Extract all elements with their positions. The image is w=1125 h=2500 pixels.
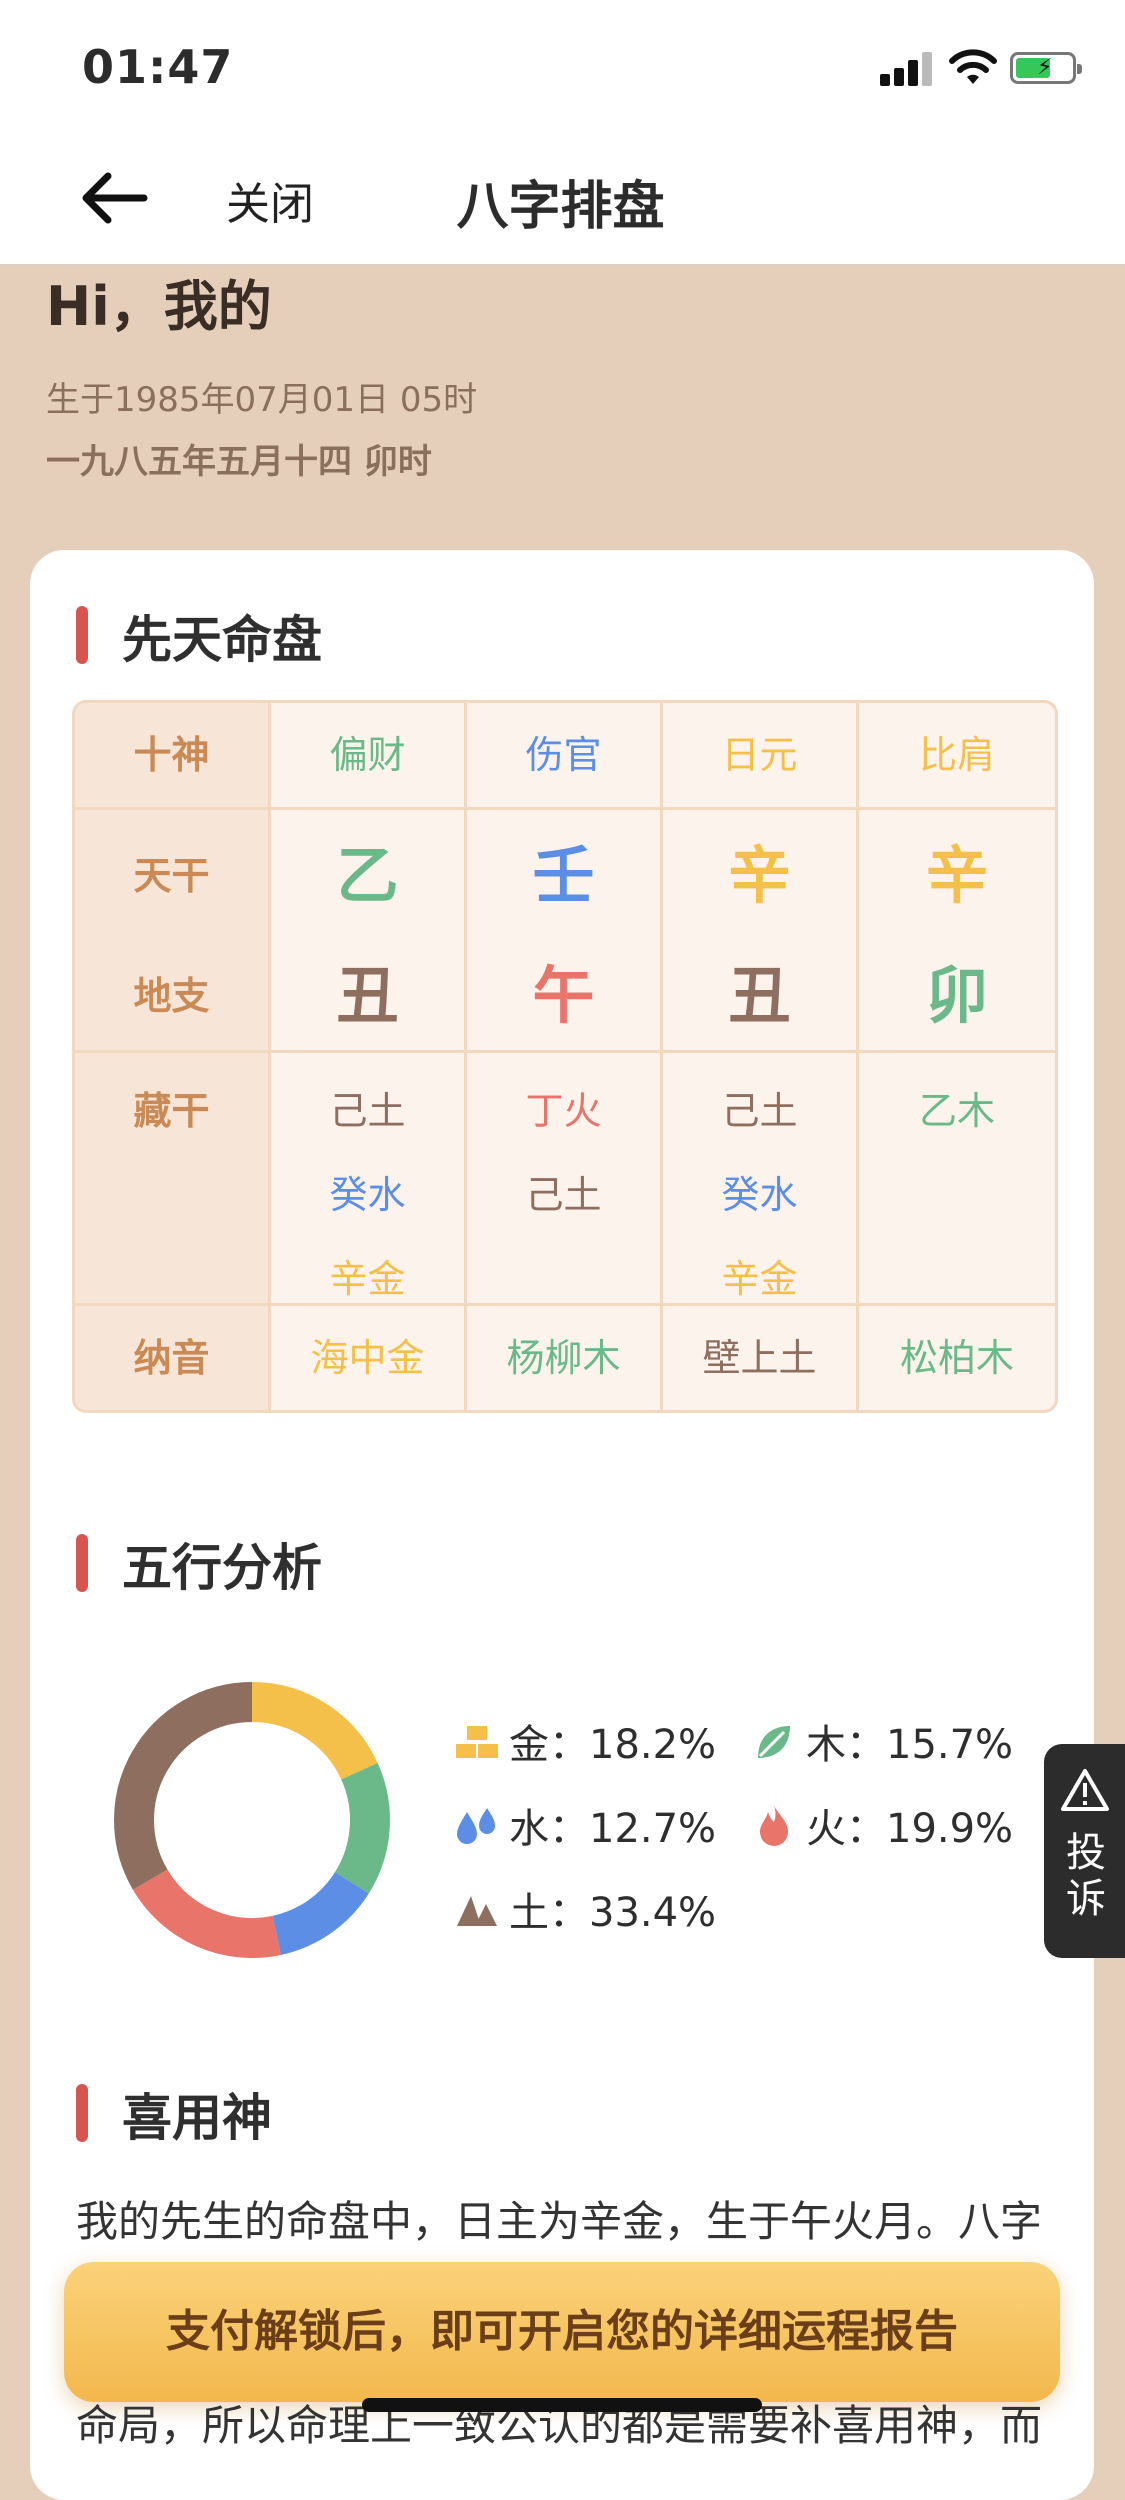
gan-3: 辛 xyxy=(728,839,791,912)
donut-slice-wood xyxy=(334,1762,390,1894)
page-title-text: 八字排盘 xyxy=(456,177,665,237)
canggan-1: 己土 癸水 辛金 xyxy=(271,1053,467,1303)
head-shishen: 十神 xyxy=(75,703,271,807)
legend-gold: 金：18.2% xyxy=(455,1712,716,1770)
section-accent xyxy=(76,606,88,664)
donut-slice-fire xyxy=(132,1869,281,1958)
canggan-2: 丁火 己土 xyxy=(467,1053,663,1303)
cang-1-2: 癸水 xyxy=(329,1173,406,1217)
legend-fire-text: 火：19.9% xyxy=(806,1806,1014,1852)
wuxing-donut-chart xyxy=(114,1682,390,1958)
gan-4: 辛 xyxy=(925,839,988,912)
canggan-3: 己土 癸水 辛金 xyxy=(663,1053,859,1303)
nayin-1: 海中金 xyxy=(271,1306,467,1410)
section-xiyong-title: 喜用神 xyxy=(122,2089,272,2147)
gan-2: 壬 xyxy=(532,839,595,912)
zhi-3: 丑 xyxy=(728,959,791,1032)
lunar-birth: 一九八五年五月十四 卯时 xyxy=(46,442,432,482)
gan-1: 乙 xyxy=(336,839,399,912)
cang-2-1: 丁火 xyxy=(525,1089,602,1133)
row-ganzhi: 天干 地支 乙 丑 壬 午 辛 丑 辛 卯 xyxy=(75,810,1055,1053)
row-nayin: 纳音 海中金 杨柳木 壁上土 松柏木 xyxy=(75,1306,1055,1410)
zhi-4: 卯 xyxy=(925,959,988,1032)
shishen-3: 日元 xyxy=(663,703,859,807)
legend-fire: 火：19.9% xyxy=(752,1796,1013,1858)
status-time: 01:47 xyxy=(82,40,234,94)
donut-slice-water xyxy=(271,1871,369,1955)
leaf-icon xyxy=(752,1722,796,1772)
nayin-3: 壁上土 xyxy=(663,1306,859,1410)
mountain-icon xyxy=(455,1892,499,1938)
shishen-1: 偏财 xyxy=(271,703,467,807)
section-accent xyxy=(76,1534,88,1592)
nayin-4: 松柏木 xyxy=(899,1336,1014,1380)
wifi-icon xyxy=(949,49,997,84)
water-drops-icon xyxy=(455,1806,499,1856)
row-canggan: 藏干 己土 癸水 辛金 丁火 己土 己土 癸水 辛金 乙木 xyxy=(75,1053,1055,1306)
head-nayin: 纳音 xyxy=(75,1306,271,1410)
bazi-table: 十神 偏财 伤官 日元 比肩 天干 地支 乙 丑 壬 午 辛 丑 辛 卯 藏干 … xyxy=(72,700,1058,1413)
top-bar: 01:47 ⚡ 关闭 八字排盘 xyxy=(0,0,1125,266)
legend-earth: 土：33.4% xyxy=(455,1880,716,1938)
legend-earth-text: 土：33.4% xyxy=(509,1890,717,1936)
battery-icon: ⚡ xyxy=(1010,52,1082,84)
cang-3-1: 己土 xyxy=(721,1089,798,1133)
donut-slice-gold xyxy=(251,1682,378,1781)
unlock-report-button[interactable]: 支付解锁后，即可开启您的详细运程报告 xyxy=(64,2262,1060,2402)
head-canggan-text: 藏干 xyxy=(133,1089,210,1133)
flame-icon xyxy=(752,1804,796,1858)
section-accent xyxy=(76,2084,88,2142)
pillar-1: 乙 丑 xyxy=(271,810,467,1050)
row-shishen: 十神 偏财 伤官 日元 比肩 xyxy=(75,703,1055,810)
page-title: 八字排盘 xyxy=(0,164,1125,239)
head-dizhi: 地支 xyxy=(133,974,210,1018)
legend-gold-text: 金：18.2% xyxy=(509,1722,717,1768)
canggan-4: 乙木 xyxy=(859,1053,1055,1303)
greeting: Hi，我的 xyxy=(46,275,272,338)
legend-wood: 木：15.7% xyxy=(752,1712,1013,1772)
solar-birth: 生于1985年07月01日 05时 xyxy=(46,380,478,420)
cang-1-1: 己土 xyxy=(329,1089,406,1133)
donut-slice-earth xyxy=(114,1682,253,1890)
head-tiangan: 天干 xyxy=(133,854,210,898)
cang-4-1: 乙木 xyxy=(918,1089,995,1133)
cang-3-2: 癸水 xyxy=(721,1173,798,1217)
warning-icon xyxy=(1061,1769,1109,1811)
cang-2-2: 己土 xyxy=(525,1173,602,1217)
signal-icon xyxy=(880,52,934,86)
nayin-2: 杨柳木 xyxy=(467,1306,663,1410)
section-wuxing-title: 五行分析 xyxy=(122,1539,322,1597)
section-natal-title: 先天命盘 xyxy=(122,611,322,669)
gold-bars-icon xyxy=(455,1724,499,1770)
shishen-4: 比肩 xyxy=(918,733,995,777)
pillar-2: 壬 午 xyxy=(467,810,663,1050)
legend-wood-text: 木：15.7% xyxy=(806,1722,1014,1768)
legend-water-text: 水：12.7% xyxy=(509,1806,717,1852)
shishen-2: 伤官 xyxy=(467,703,663,807)
head-canggan: 藏干 xyxy=(75,1053,271,1303)
complaint-button[interactable]: 投诉 xyxy=(1044,1744,1125,1958)
pillar-4: 辛 卯 xyxy=(859,810,1055,1050)
legend-water: 水：12.7% xyxy=(455,1796,716,1856)
xiyong-paragraph: 我的先生的命盘中，日主为辛金，生于午火月。八字 xyxy=(76,2197,1043,2246)
pillar-3: 辛 丑 xyxy=(663,810,859,1050)
zhi-1: 丑 xyxy=(336,959,399,1032)
home-indicator xyxy=(362,2398,762,2412)
head-ganzhi: 天干 地支 xyxy=(75,810,271,1050)
zhi-2: 午 xyxy=(532,959,595,1032)
complaint-label: 投诉 xyxy=(1066,1830,1106,1922)
